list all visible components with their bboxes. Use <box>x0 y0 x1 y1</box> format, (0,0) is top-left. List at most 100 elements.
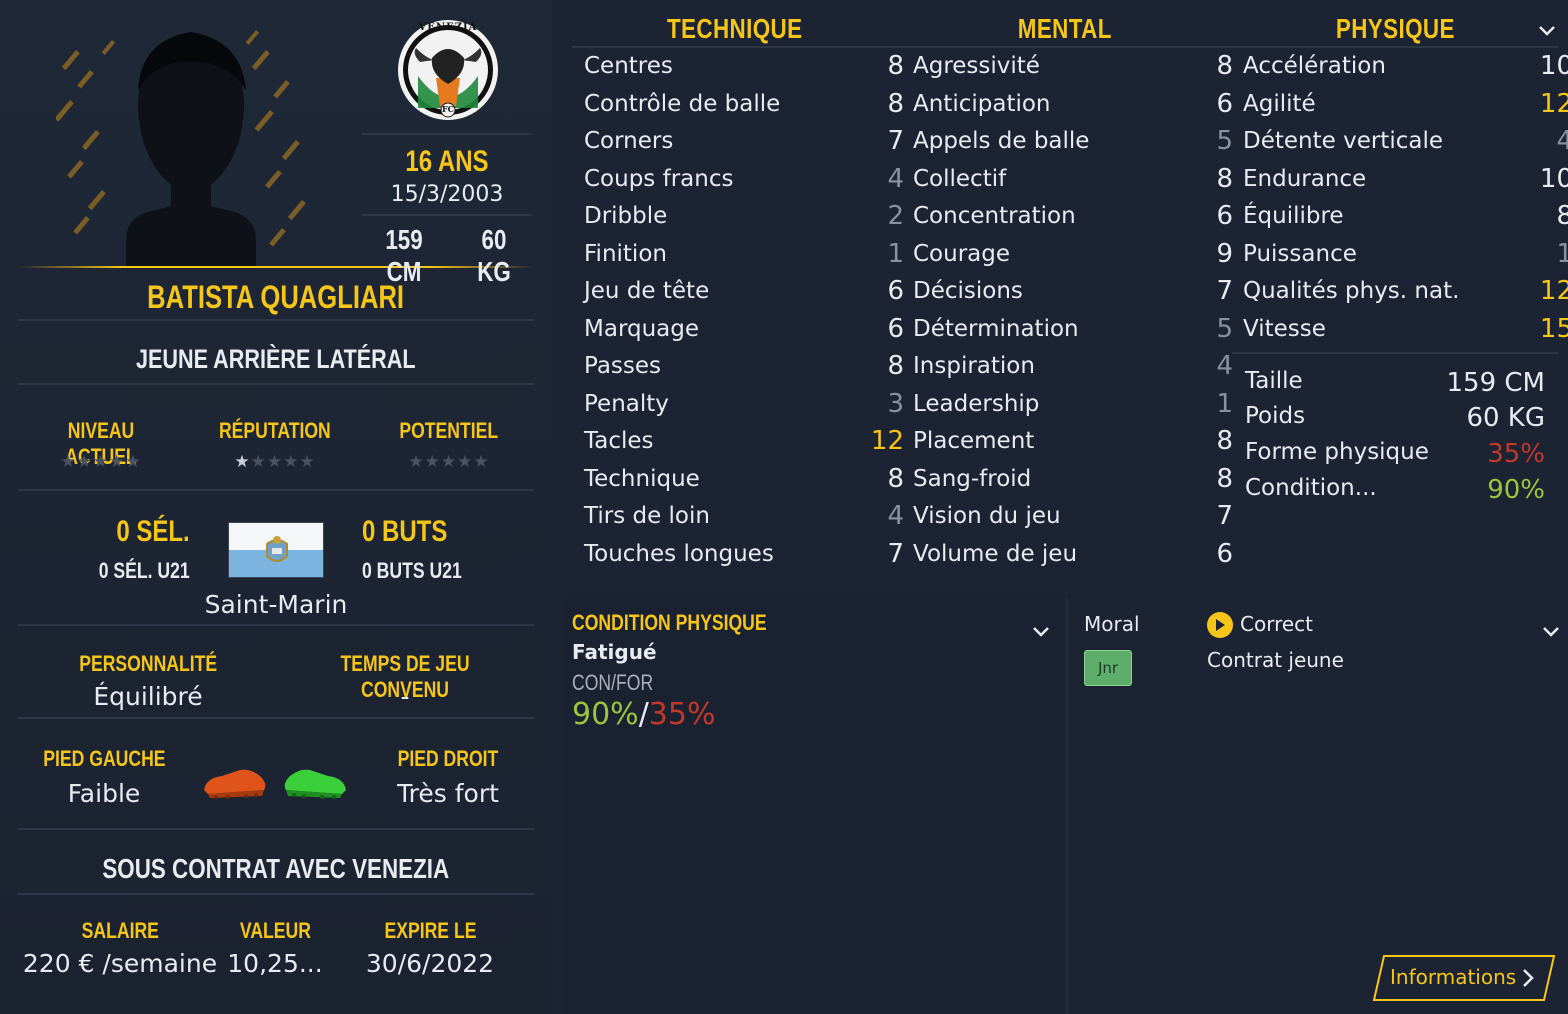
physique-header: PHYSIQUE <box>1335 13 1455 44</box>
value-value[interactable]: 10,25... <box>226 949 324 978</box>
attribute-row[interactable]: Tirs de loin 4 <box>584 498 908 534</box>
attribute-row[interactable]: Technique 8 <box>584 461 908 497</box>
attribute-name: Penalty <box>584 390 669 417</box>
physical-info-weight-label: Poids <box>1245 403 1306 429</box>
reputation-stars: ★★★★★ <box>234 452 316 472</box>
attribute-row[interactable]: Courage 9 <box>913 236 1237 272</box>
potential-label: POTENTIEL <box>399 418 499 443</box>
attribute-row[interactable]: Agilité 12 <box>1243 86 1568 122</box>
attribute-value: 7 <box>1216 276 1233 306</box>
attribute-value: 2 <box>887 201 904 231</box>
salary-value: 220 € /semaine <box>22 949 218 978</box>
potential-stars: ★★★★★ <box>408 452 490 472</box>
attribute-value: 8 <box>887 463 904 494</box>
attribute-row[interactable]: Jeu de tête 6 <box>584 273 908 309</box>
morale-chevron-icon[interactable] <box>1542 623 1560 642</box>
morale-icon <box>1207 612 1233 638</box>
attribute-row[interactable]: Accélération 10 <box>1243 48 1568 84</box>
attribute-name: Coups francs <box>584 165 734 192</box>
attribute-row[interactable]: Anticipation 6 <box>913 86 1237 122</box>
attribute-row[interactable]: Touches longues 7 <box>584 536 908 572</box>
attribute-value: 8 <box>887 51 904 81</box>
attribute-value: 12 <box>1539 276 1568 306</box>
attribute-value: 8 <box>1216 51 1233 81</box>
attribute-row[interactable]: Penalty 3 <box>584 386 908 422</box>
junior-badge: Jnr <box>1084 650 1132 686</box>
attribute-value: 4 <box>1216 351 1233 381</box>
nation-name[interactable]: Saint-Marin <box>130 590 422 619</box>
attribute-name: Concentration <box>913 203 1076 229</box>
physical-info-height-value: 159 CM <box>1446 368 1545 398</box>
attribute-row[interactable]: Agressivité 8 <box>913 48 1237 84</box>
attribute-value: 7 <box>1216 501 1233 531</box>
attribute-row[interactable]: Qualités phys. nat. 12 <box>1243 273 1568 309</box>
attribute-row[interactable]: Leadership 1 <box>913 386 1237 422</box>
attribute-row[interactable]: Corners 7 <box>584 123 908 159</box>
attribute-value: 8 <box>887 351 904 381</box>
right-boot-icon <box>282 766 350 804</box>
morale-label: Moral <box>1084 612 1140 636</box>
attribute-row[interactable]: Placement 8 <box>913 423 1237 459</box>
attribute-row[interactable]: Puissance 1 <box>1243 236 1568 272</box>
physical-info-weight-value: 60 KG <box>1466 403 1545 433</box>
attribute-row[interactable]: Détermination 5 <box>913 311 1237 347</box>
divider <box>18 717 534 719</box>
attribute-row[interactable]: Collectif 8 <box>913 161 1237 197</box>
informations-button[interactable]: Informations <box>1372 954 1556 1002</box>
club-badge-text-top: VENEZIA <box>418 22 478 33</box>
attribute-value: 10 <box>1539 51 1568 81</box>
attribute-row[interactable]: Dribble 2 <box>584 198 908 234</box>
attribute-row[interactable]: Contrôle de balle 8 <box>584 86 908 122</box>
attribute-row[interactable]: Sang-froid 8 <box>913 461 1237 497</box>
attribute-name: Détermination <box>913 315 1079 342</box>
attribute-name: Placement <box>913 428 1035 454</box>
condition-status: Fatigué <box>572 640 657 664</box>
attribute-name: Tirs de loin <box>584 503 710 529</box>
morale-value: Correct <box>1240 612 1313 636</box>
attribute-name: Jeu de tête <box>584 278 710 304</box>
attribute-row[interactable]: Marquage 6 <box>584 311 908 347</box>
attribute-value: 15 <box>1539 313 1568 344</box>
attribute-name: Décisions <box>913 278 1023 304</box>
condition-sub-label: CON/FOR <box>572 670 654 695</box>
contract-header: SOUS CONTRAT AVEC VENEZIA <box>102 853 450 884</box>
attribute-row[interactable]: Appels de balle 5 <box>913 123 1237 159</box>
condition-panel-chevron-icon[interactable] <box>1032 623 1050 642</box>
attribute-row[interactable]: Concentration 6 <box>913 198 1237 234</box>
attribute-name: Accélération <box>1243 53 1386 79</box>
attribute-row[interactable]: Volume de jeu 6 <box>913 536 1237 572</box>
attribute-row[interactable]: Détente verticale 4 <box>1243 123 1568 159</box>
attributes-menu-chevron-icon[interactable] <box>1538 22 1556 41</box>
attribute-row[interactable]: Équilibre 8 <box>1243 198 1568 234</box>
attribute-name: Tacles <box>584 428 654 454</box>
attribute-value: 8 <box>1216 426 1233 456</box>
physical-info-height-label: Taille <box>1245 368 1303 394</box>
match-fitness-value: 35% <box>1487 439 1545 469</box>
attribute-row[interactable]: Endurance 10 <box>1243 161 1568 197</box>
attribute-name: Détente verticale <box>1243 128 1443 154</box>
attribute-row[interactable]: Centres 8 <box>584 48 908 84</box>
informations-button-label: Informations <box>1390 965 1517 989</box>
attribute-row[interactable]: Finition 1 <box>584 236 908 272</box>
attribute-row[interactable]: Vitesse 15 <box>1243 311 1568 347</box>
attribute-name: Agressivité <box>913 53 1040 79</box>
condition-value: 90% <box>1487 475 1545 505</box>
divider <box>18 383 534 385</box>
attribute-row[interactable]: Tacles 12 <box>584 423 908 459</box>
divider <box>1232 352 1558 354</box>
attribute-name: Équilibre <box>1243 203 1344 229</box>
attribute-value: 6 <box>887 313 904 344</box>
attribute-value: 8 <box>1216 463 1233 494</box>
technique-header: TECHNIQUE <box>667 13 803 44</box>
attribute-value: 8 <box>1556 201 1568 231</box>
attribute-row[interactable]: Inspiration 4 <box>913 348 1237 384</box>
attribute-name: Passes <box>584 353 662 379</box>
attribute-value: 4 <box>887 501 904 531</box>
attribute-row[interactable]: Coups francs 4 <box>584 161 908 197</box>
attribute-name: Contrôle de balle <box>584 90 781 117</box>
attribute-row[interactable]: Vision du jeu 7 <box>913 498 1237 534</box>
attribute-name: Anticipation <box>913 90 1051 117</box>
attribute-row[interactable]: Décisions 7 <box>913 273 1237 309</box>
attribute-row[interactable]: Passes 8 <box>584 348 908 384</box>
chevron-right-icon <box>1522 968 1534 992</box>
